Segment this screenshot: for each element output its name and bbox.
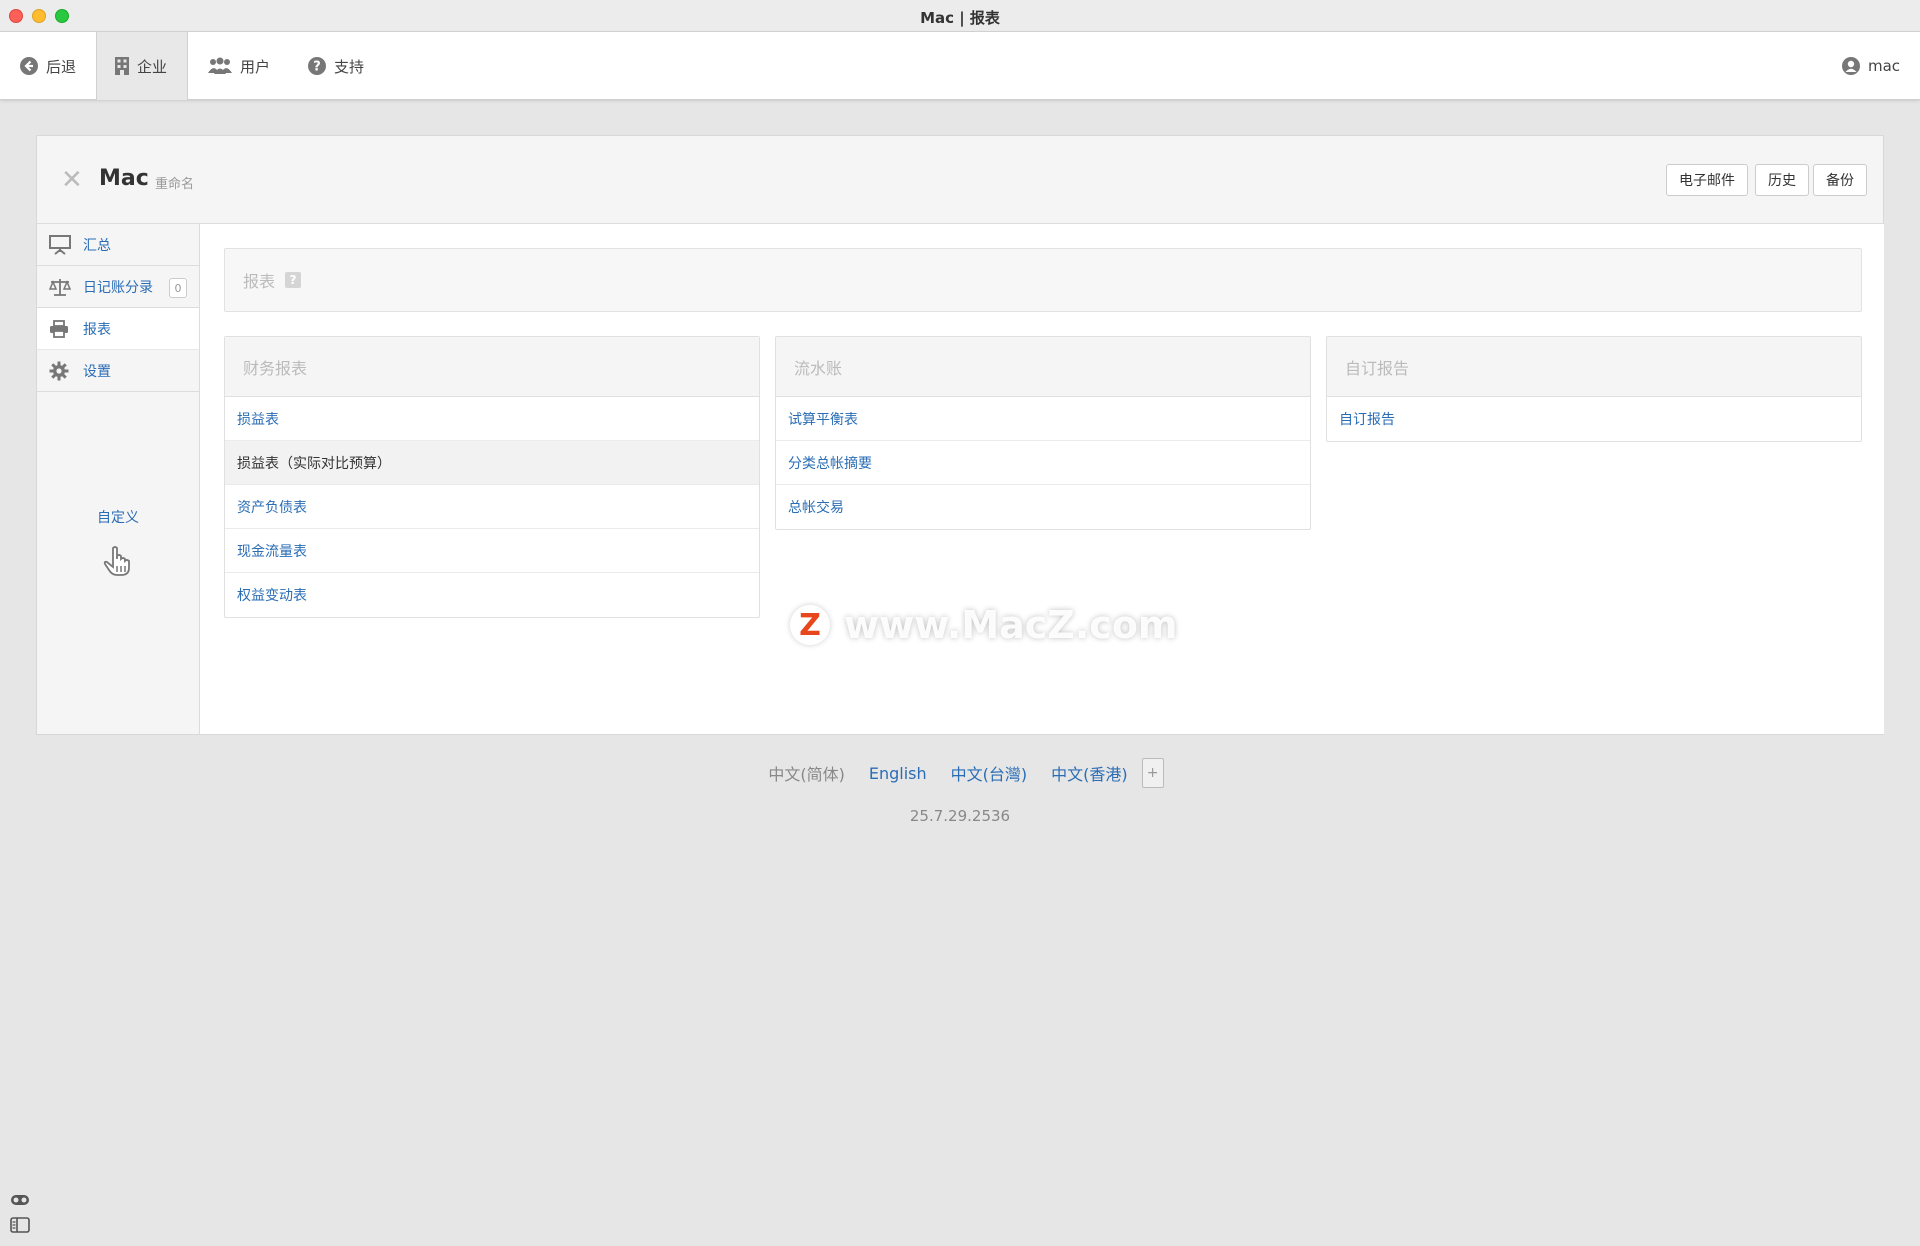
report-link[interactable]: 分类总帐摘要	[776, 441, 1310, 485]
lang-zh-hk[interactable]: 中文(香港)	[1051, 761, 1128, 785]
sidebar: 汇总 日记账分录 0 报表 设置 自定义	[37, 224, 199, 576]
question-circle-icon: ?	[308, 57, 326, 75]
language-bar: 中文(简体) English 中文(台灣) 中文(香港) +	[0, 758, 1920, 788]
watermark-text: www.MacZ.com	[844, 603, 1178, 647]
printer-icon	[49, 319, 73, 338]
card-title: 自订报告	[1327, 337, 1861, 397]
nav-back-label: 后退	[46, 57, 77, 76]
lang-english[interactable]: English	[869, 764, 927, 783]
report-card-custom: 自订报告 自订报告	[1326, 336, 1862, 442]
sidebar-item-settings[interactable]: 设置	[37, 350, 199, 392]
sidebar-item-journal[interactable]: 日记账分录 0	[37, 266, 199, 308]
building-icon	[115, 57, 129, 75]
card-title: 财务报表	[225, 337, 759, 397]
help-icon[interactable]: ?	[285, 272, 302, 288]
reports-content: 报表 ? 财务报表 损益表 损益表（实际对比预算） 资产负债表 现金流量表 权益…	[199, 224, 1884, 734]
section-title: 报表	[243, 272, 276, 291]
sidebar-item-label: 设置	[83, 363, 111, 380]
add-language-button[interactable]: +	[1141, 758, 1164, 788]
history-button[interactable]: 历史	[1755, 164, 1809, 196]
backup-button[interactable]: 备份	[1813, 164, 1867, 196]
sidebar-item-label: 汇总	[83, 237, 111, 254]
lang-zh-tw[interactable]: 中文(台灣)	[951, 761, 1028, 785]
reports-section-header: 报表 ?	[224, 248, 1862, 312]
watermark-logo: Z	[790, 605, 830, 645]
report-link[interactable]: 现金流量表	[225, 529, 759, 573]
report-card-ledger: 流水账 试算平衡表 分类总帐摘要 总帐交易	[775, 336, 1311, 530]
close-company-icon[interactable]: ✕	[61, 167, 83, 193]
gear-icon	[49, 361, 73, 381]
nav-support-label: 支持	[334, 57, 365, 76]
glasses-icon[interactable]	[10, 1192, 30, 1211]
customize-link[interactable]: 自定义	[37, 507, 199, 527]
presentation-icon	[49, 234, 73, 255]
window-title: Mac | 报表	[920, 9, 1000, 27]
nav-company[interactable]: 企业	[96, 32, 188, 100]
arrow-left-circle-icon	[20, 57, 38, 75]
user-menu[interactable]: mac	[1842, 32, 1900, 100]
nav-support[interactable]: ? 支持	[308, 32, 364, 100]
report-link[interactable]: 试算平衡表	[776, 397, 1310, 441]
sidebar-toggle-icon[interactable]	[10, 1217, 30, 1237]
report-link[interactable]: 损益表（实际对比预算）	[225, 441, 759, 485]
nav-company-label: 企业	[137, 57, 168, 76]
nav-users[interactable]: 用户	[208, 32, 270, 100]
journal-count-badge: 0	[169, 278, 187, 298]
title-bar: Mac | 报表	[0, 0, 1920, 32]
balance-scale-icon	[49, 277, 73, 297]
company-name: Mac	[99, 166, 149, 191]
top-nav: 后退 企业 用户 ? 支持 mac	[0, 32, 1920, 100]
sidebar-item-reports[interactable]: 报表	[37, 308, 199, 350]
email-button[interactable]: 电子邮件	[1666, 164, 1748, 196]
watermark: Z www.MacZ.com	[790, 603, 1178, 647]
users-icon	[208, 57, 232, 75]
report-link[interactable]: 权益变动表	[225, 573, 759, 617]
user-circle-icon	[1842, 57, 1860, 75]
hand-pointer-icon	[103, 546, 131, 580]
user-name: mac	[1868, 57, 1901, 75]
card-title: 流水账	[776, 337, 1310, 397]
sidebar-item-label: 日记账分录	[83, 279, 153, 296]
nav-back[interactable]: 后退	[20, 32, 76, 100]
nav-users-label: 用户	[240, 57, 271, 76]
report-card-financial: 财务报表 损益表 损益表（实际对比预算） 资产负债表 现金流量表 权益变动表	[224, 336, 760, 618]
report-link[interactable]: 损益表	[225, 397, 759, 441]
version-label: 25.7.29.2536	[909, 807, 1011, 825]
rename-link[interactable]: 重命名	[155, 173, 194, 192]
sidebar-item-summary[interactable]: 汇总	[37, 224, 199, 266]
svg-text:?: ?	[313, 60, 321, 75]
report-link[interactable]: 资产负债表	[225, 485, 759, 529]
sidebar-item-label: 报表	[83, 321, 111, 338]
lang-zh-hans: 中文(简体)	[768, 765, 845, 784]
panel-header: ✕ Mac 重命名 电子邮件 历史 备份	[37, 136, 1883, 224]
report-link[interactable]: 自订报告	[1327, 397, 1861, 441]
report-link[interactable]: 总帐交易	[776, 485, 1310, 529]
